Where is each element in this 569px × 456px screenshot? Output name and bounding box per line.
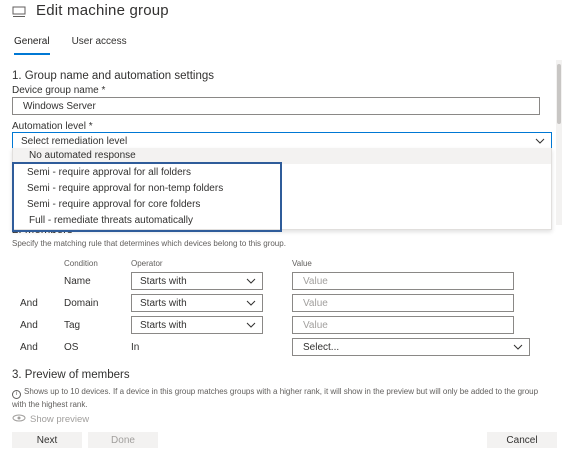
condition-name: Name [64,276,91,287]
chevron-down-icon [246,276,256,286]
value-field-tag[interactable]: Value [292,316,514,334]
section-group-name-heading: 1. Group name and automation settings [12,70,215,82]
eye-icon [12,414,26,425]
show-preview-label: Show preview [30,414,90,425]
device-group-name-value: Windows Server [23,100,96,112]
automation-level-label: Automation level * [12,121,93,132]
value-placeholder: Value [303,319,328,331]
value-placeholder: Value [303,297,328,309]
preview-info-text: Shows up to 10 devices. If a device in t… [12,387,539,409]
value-field-domain[interactable]: Value [292,294,514,312]
operator-select-domain[interactable]: Starts with [131,294,263,312]
column-header-condition: Condition [64,259,98,268]
device-group-name-field[interactable]: Windows Server [12,97,540,115]
chevron-down-icon [535,136,545,146]
machine-group-icon [12,5,26,17]
condition-domain: Domain [64,298,99,309]
page-title: Edit machine group [36,2,169,19]
row-prefix-and: And [20,342,38,353]
tab-bar: General User access [14,36,127,55]
info-icon: i [12,390,21,399]
value-field-name[interactable]: Value [292,272,514,290]
chevron-down-icon [246,298,256,308]
cancel-button[interactable]: Cancel [487,432,557,448]
condition-os: OS [64,342,79,353]
show-preview-link[interactable]: Show preview [12,414,89,425]
value-placeholder: Value [303,275,328,287]
scrollbar-thumb[interactable] [557,64,561,124]
os-select-placeholder: Select... [303,341,340,353]
tab-user-access[interactable]: User access [72,36,127,55]
tab-general[interactable]: General [14,36,50,55]
condition-tag: Tag [64,320,81,331]
device-group-name-label: Device group name * [12,85,106,96]
chevron-down-icon [513,342,523,352]
page-title-bar: Edit machine group [12,2,169,19]
operator-value: Starts with [140,297,187,309]
row-prefix-and: And [20,320,38,331]
operator-in: In [131,342,140,353]
column-header-value: Value [292,259,312,268]
column-header-operator: Operator [131,259,163,268]
preview-info: i Shows up to 10 devices. If a device in … [12,386,552,410]
operator-select-tag[interactable]: Starts with [131,316,263,334]
row-prefix-and: And [20,298,38,309]
os-value-select[interactable]: Select... [292,338,530,356]
operator-value: Starts with [140,275,187,287]
chevron-down-icon [246,320,256,330]
dropdown-focus-outline [12,162,282,232]
next-button[interactable]: Next [12,432,82,448]
members-description: Specify the matching rule that determine… [12,239,286,248]
section-preview-heading: 3. Preview of members [12,369,130,381]
operator-select-name[interactable]: Starts with [131,272,263,290]
footer-bar: Next Done Cancel [0,426,569,456]
dropdown-option-no-automation[interactable]: No automated response [29,150,136,161]
automation-level-selected: Select remediation level [21,135,128,147]
done-button[interactable]: Done [88,432,158,448]
operator-value: Starts with [140,319,187,331]
